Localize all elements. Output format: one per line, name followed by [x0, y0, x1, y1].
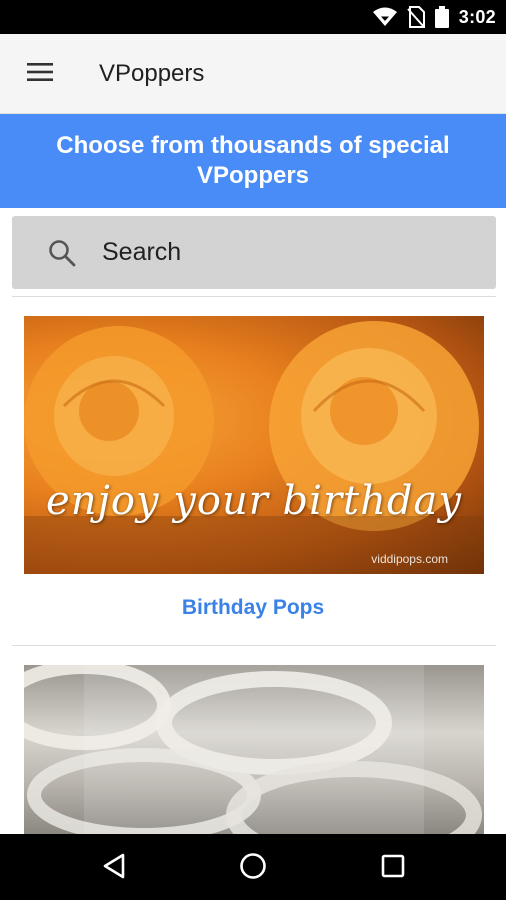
card-image-birthday[interactable]: enjoy your birthday viddipops.com [24, 316, 484, 574]
back-icon [102, 853, 126, 884]
divider [12, 645, 496, 646]
divider [12, 296, 496, 297]
roses-illustration [24, 321, 484, 574]
recents-button[interactable] [373, 848, 413, 888]
recents-icon [381, 854, 405, 883]
home-button[interactable] [233, 848, 273, 888]
card-title-birthday[interactable]: Birthday Pops [0, 596, 506, 620]
banner-text: Choose from thousands of special VPopper… [56, 132, 450, 189]
search-box[interactable] [12, 216, 496, 289]
menu-button[interactable] [14, 52, 66, 96]
card-image-second[interactable] [24, 665, 484, 835]
status-icons: 3:02 [372, 0, 496, 34]
app-bar: VPoppers [0, 34, 506, 114]
battery-icon [434, 6, 449, 28]
status-time: 3:02 [458, 6, 496, 27]
app-title: VPoppers [99, 60, 205, 87]
rings-illustration [24, 665, 482, 835]
system-nav-bar [0, 834, 506, 900]
no-sim-icon [407, 6, 425, 28]
back-button[interactable] [94, 848, 134, 888]
search-icon [48, 239, 76, 272]
image-watermark: viddipops.com [371, 552, 448, 566]
home-icon [239, 852, 267, 885]
wifi-icon [372, 7, 397, 27]
image-caption: enjoy your birthday [46, 478, 462, 524]
promo-banner: Choose from thousands of special VPopper… [0, 114, 506, 208]
status-bar: 3:02 [0, 0, 506, 34]
search-input[interactable] [102, 216, 482, 289]
menu-icon [27, 62, 53, 86]
